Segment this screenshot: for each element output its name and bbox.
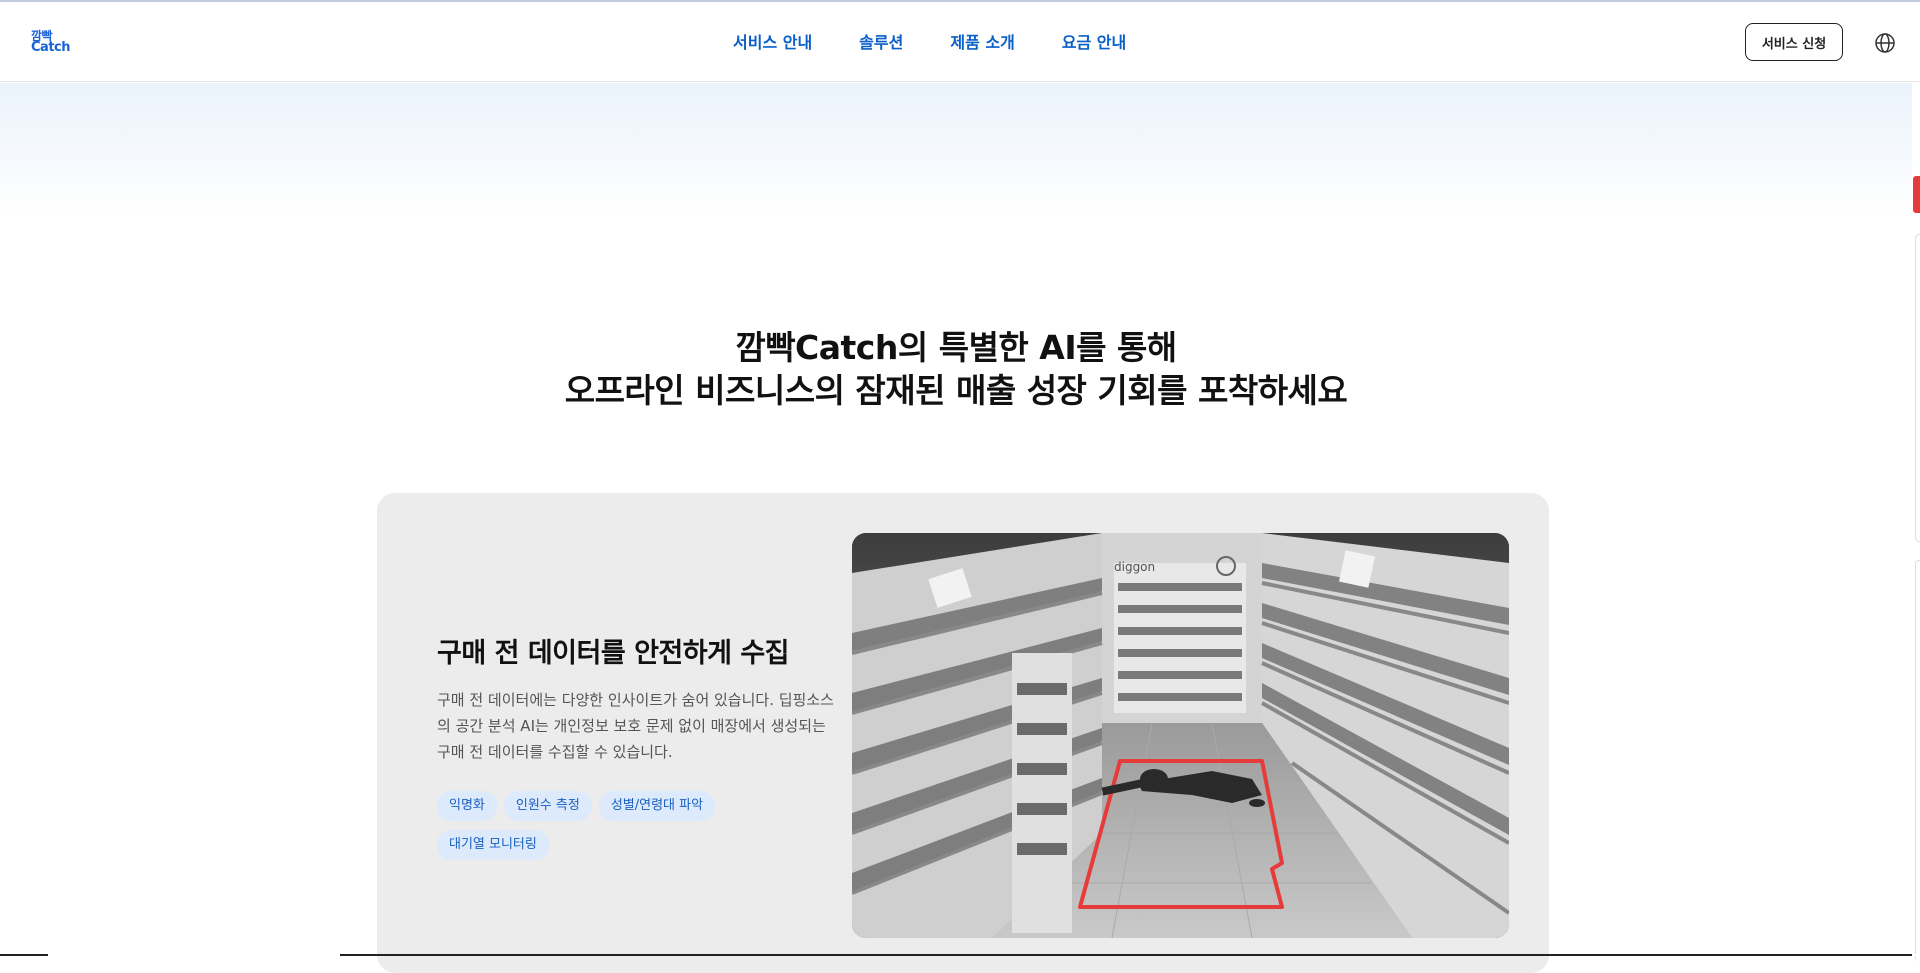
service-apply-button[interactable]: 서비스 신청 [1745,23,1843,61]
tag-anonymization: 익명화 [437,791,497,821]
logo-text-catch: Catch [31,40,71,55]
feature-title: 구매 전 데이터를 안전하게 수집 [437,638,790,669]
feature-card: 구매 전 데이터를 안전하게 수집 구매 전 데이터에는 다양한 인사이트가 숨… [377,493,1549,973]
back-shelf-sign: diggon [1114,560,1155,574]
nav-pricing[interactable]: 요금 안내 [1062,31,1126,55]
side-panel[interactable] [1915,234,1920,542]
feature-description: 구매 전 데이터에는 다양한 인사이트가 숨어 있습니다. 딥핑소스의 공간 분… [437,691,834,761]
side-panel[interactable] [1915,560,1920,961]
main-nav: 서비스 안내 솔루션 제품 소개 요금 안내 [733,31,1173,55]
tag-gender-age: 성별/연령대 파악 [598,791,716,821]
headline-line-2: 오프라인 비즈니스의 잠재된 매출 성장 기회를 포착하세요 [564,371,1348,410]
hero-headline: 깜빡Catch의 특별한 AI를 통해 오프라인 비즈니스의 잠재된 매출 성장… [0,326,1912,412]
tag-people-count: 인원수 측정 [503,791,592,821]
globe-icon[interactable] [1874,32,1896,54]
store-cctv-image: diggon [852,533,1509,938]
side-badge[interactable] [1913,176,1920,213]
brand-logo[interactable]: 깜빡 Catch [31,30,73,60]
headline-line-1: 깜빡Catch의 특별한 AI를 통해 [735,328,1177,367]
nav-solution[interactable]: 솔루션 [859,31,903,55]
nav-products[interactable]: 제품 소개 [950,31,1014,55]
feature-tags: 익명화 인원수 측정 성별/연령대 파악 대기열 모니터링 [437,791,767,860]
site-header: 깜빡 Catch 서비스 안내 솔루션 제품 소개 요금 안내 서비스 신청 [0,2,1920,82]
tag-queue-monitoring: 대기열 모니터링 [437,830,549,860]
nav-service-info[interactable]: 서비스 안내 [733,31,812,55]
hero-gradient [0,83,1912,213]
